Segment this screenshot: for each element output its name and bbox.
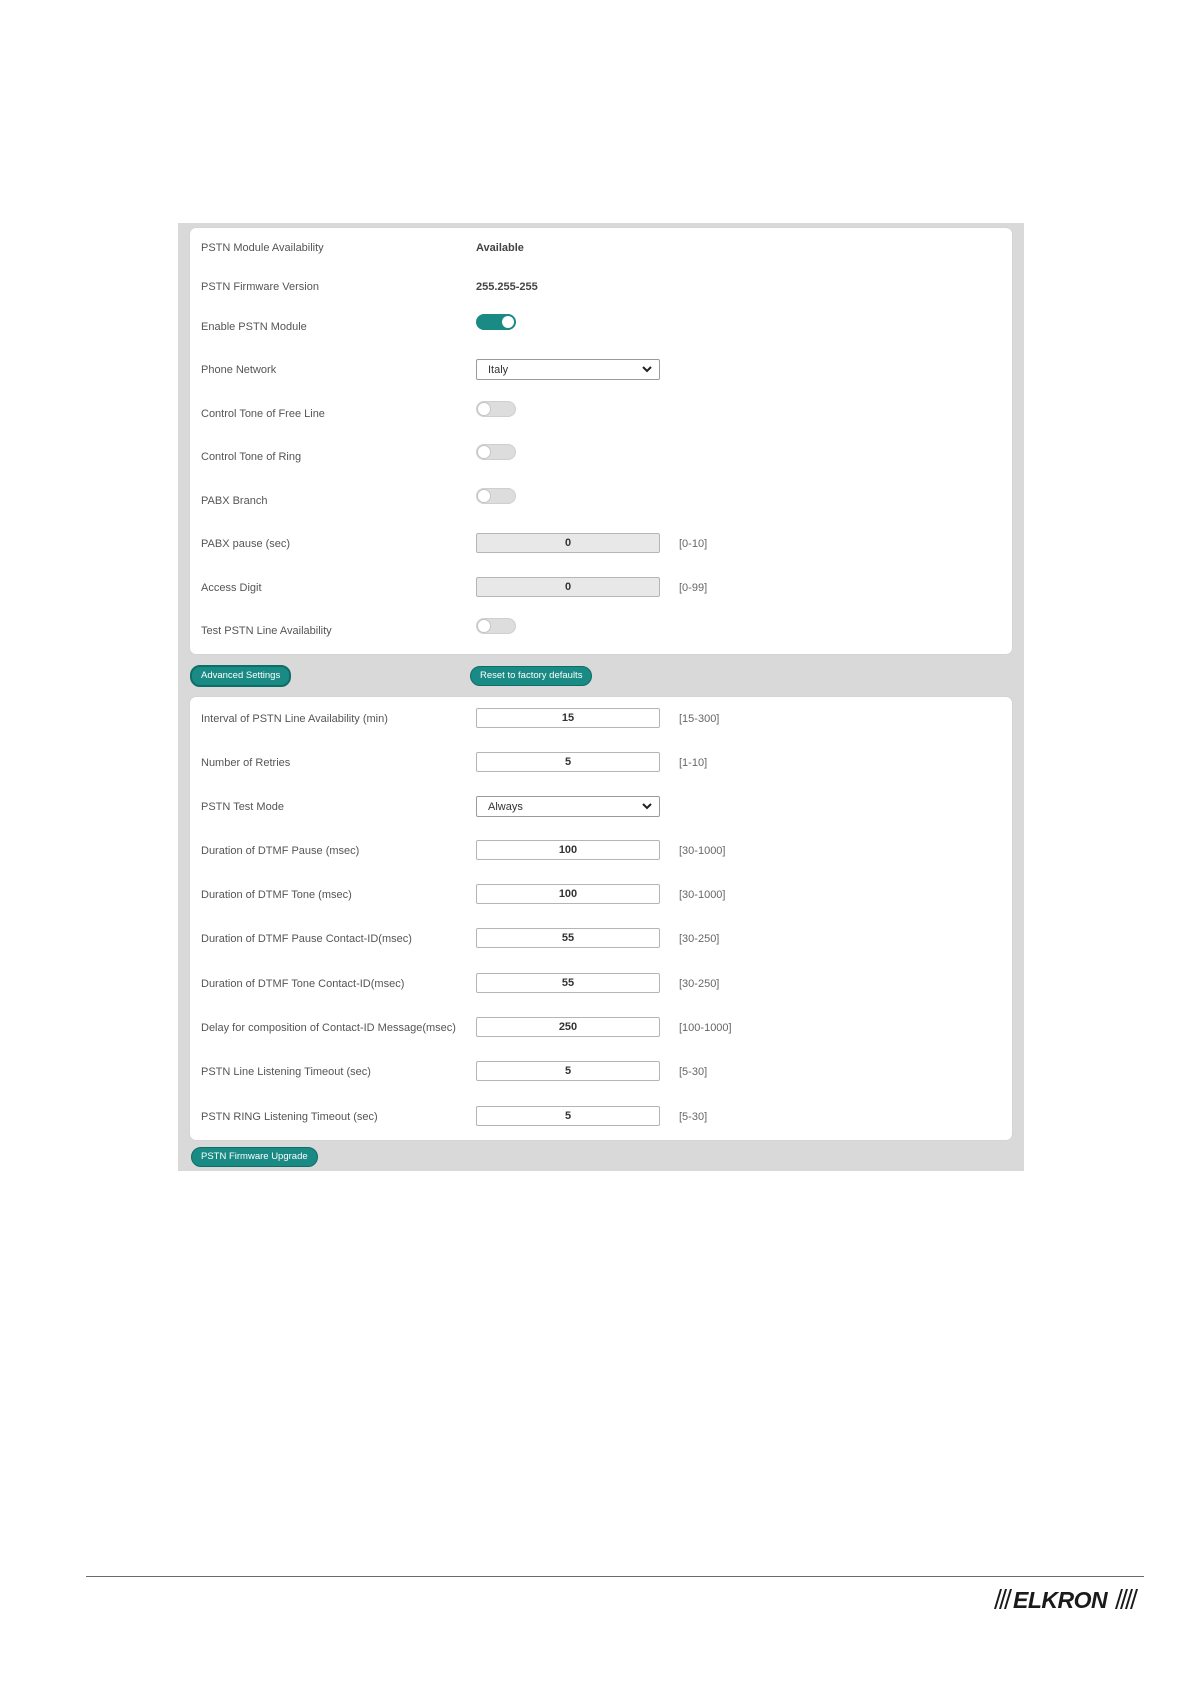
- dtmf-tone-range: [30-1000]: [679, 889, 726, 901]
- row-retries: Number of Retries 5 [1-10]: [190, 749, 1012, 779]
- row-access-digit: Access Digit 0 [0-99]: [190, 574, 1012, 604]
- label-access-digit: Access Digit: [201, 582, 262, 594]
- row-test-line: Test PSTN Line Availability: [190, 617, 1012, 647]
- advanced-settings-button[interactable]: Advanced Settings: [190, 665, 292, 687]
- row-enable-pstn: Enable PSTN Module: [190, 313, 1012, 343]
- ring-tone-toggle[interactable]: [476, 444, 516, 460]
- toggle-knob: [477, 619, 491, 633]
- label-dtmf-pause-cid: Duration of DTMF Pause Contact-ID(msec): [201, 933, 412, 945]
- row-firmware-version: PSTN Firmware Version 255.255-255: [190, 273, 1012, 303]
- label-line-timeout: PSTN Line Listening Timeout (sec): [201, 1066, 371, 1078]
- dtmf-pause-range: [30-1000]: [679, 845, 726, 857]
- toggle-knob: [477, 402, 491, 416]
- label-ring-tone: Control Tone of Ring: [201, 451, 302, 463]
- pabx-pause-input[interactable]: 0: [476, 533, 660, 553]
- label-line-interval: Interval of PSTN Line Availability (min): [201, 713, 388, 725]
- label-dtmf-pause: Duration of DTMF Pause (msec): [201, 845, 360, 857]
- label-dtmf-tone-cid: Duration of DTMF Tone Contact-ID(msec): [201, 978, 405, 990]
- retries-range: [1-10]: [679, 757, 708, 769]
- dtmf-tone-cid-input[interactable]: 55: [476, 973, 660, 993]
- pstn-advanced-panel: Interval of PSTN Line Availability (min)…: [190, 697, 1012, 1140]
- logo-stripes-left: [994, 1589, 1012, 1609]
- pstn-firmware-upgrade-button[interactable]: PSTN Firmware Upgrade: [191, 1147, 318, 1167]
- access-digit-range: [0-99]: [679, 582, 708, 594]
- value-module-availability: Available: [476, 242, 524, 254]
- label-pabx-branch: PABX Branch: [201, 495, 268, 507]
- row-dtmf-tone-cid: Duration of DTMF Tone Contact-ID(msec) 5…: [190, 970, 1012, 1000]
- label-dtmf-tone: Duration of DTMF Tone (msec): [201, 889, 352, 901]
- toggle-knob: [501, 315, 515, 329]
- dtmf-tone-cid-range: [30-250]: [679, 978, 720, 990]
- label-phone-network: Phone Network: [201, 364, 277, 376]
- footer-divider: [86, 1576, 1144, 1577]
- phone-network-selected: Italy: [488, 364, 509, 376]
- pstn-main-panel: PSTN Module Availability Available PSTN …: [190, 228, 1012, 654]
- free-line-tone-toggle[interactable]: [476, 401, 516, 417]
- chevron-down-icon: [642, 366, 652, 373]
- row-test-mode: PSTN Test Mode Always: [190, 793, 1012, 823]
- label-cid-delay: Delay for composition of Contact-ID Mess…: [201, 1022, 456, 1034]
- row-module-availability: PSTN Module Availability Available: [190, 234, 1012, 264]
- retries-input[interactable]: 5: [476, 752, 660, 772]
- toggle-knob: [477, 445, 491, 459]
- value-firmware-version: 255.255-255: [476, 281, 538, 293]
- label-test-mode: PSTN Test Mode: [201, 801, 284, 813]
- ring-timeout-input[interactable]: 5: [476, 1106, 660, 1126]
- line-interval-input[interactable]: 15: [476, 708, 660, 728]
- row-dtmf-pause-cid: Duration of DTMF Pause Contact-ID(msec) …: [190, 925, 1012, 955]
- row-dtmf-tone: Duration of DTMF Tone (msec) 100 [30-100…: [190, 881, 1012, 911]
- toggle-knob: [477, 489, 491, 503]
- label-free-line-tone: Control Tone of Free Line: [201, 408, 325, 420]
- test-mode-select[interactable]: Always: [476, 796, 660, 817]
- pabx-branch-toggle[interactable]: [476, 488, 516, 504]
- row-line-timeout: PSTN Line Listening Timeout (sec) 5 [5-3…: [190, 1058, 1012, 1088]
- cid-delay-input[interactable]: 250: [476, 1017, 660, 1037]
- chevron-down-icon: [642, 803, 652, 810]
- dtmf-pause-cid-range: [30-250]: [679, 933, 720, 945]
- row-cid-delay: Delay for composition of Contact-ID Mess…: [190, 1014, 1012, 1044]
- row-ring-timeout: PSTN RING Listening Timeout (sec) 5 [5-3…: [190, 1103, 1012, 1133]
- dtmf-pause-input[interactable]: 100: [476, 840, 660, 860]
- row-ring-tone: Control Tone of Ring: [190, 443, 1012, 473]
- test-line-toggle[interactable]: [476, 618, 516, 634]
- test-mode-selected: Always: [488, 801, 523, 813]
- dtmf-pause-cid-input[interactable]: 55: [476, 928, 660, 948]
- elkron-logo: ELKRON: [994, 1587, 1138, 1613]
- label-firmware-version: PSTN Firmware Version: [201, 281, 319, 293]
- row-dtmf-pause: Duration of DTMF Pause (msec) 100 [30-10…: [190, 837, 1012, 867]
- pabx-pause-range: [0-10]: [679, 538, 708, 550]
- label-test-line: Test PSTN Line Availability: [201, 625, 332, 637]
- label-retries: Number of Retries: [201, 757, 291, 769]
- row-phone-network: Phone Network Italy: [190, 356, 1012, 386]
- label-ring-timeout: PSTN RING Listening Timeout (sec): [201, 1111, 378, 1123]
- row-line-interval: Interval of PSTN Line Availability (min)…: [190, 705, 1012, 735]
- row-free-line-tone: Control Tone of Free Line: [190, 400, 1012, 430]
- label-enable-pstn: Enable PSTN Module: [201, 321, 307, 333]
- reset-factory-defaults-button[interactable]: Reset to factory defaults: [470, 666, 593, 686]
- logo-stripes-right: [1115, 1589, 1138, 1609]
- line-interval-range: [15-300]: [679, 713, 720, 725]
- dtmf-tone-input[interactable]: 100: [476, 884, 660, 904]
- row-pabx-branch: PABX Branch: [190, 487, 1012, 517]
- phone-network-select[interactable]: Italy: [476, 359, 660, 380]
- pstn-settings-screenshot: PSTN Module Availability Available PSTN …: [178, 223, 1024, 1171]
- logo-text: ELKRON: [1013, 1587, 1108, 1613]
- access-digit-input[interactable]: 0: [476, 577, 660, 597]
- label-module-availability: PSTN Module Availability: [201, 242, 324, 254]
- ring-timeout-range: [5-30]: [679, 1111, 708, 1123]
- line-timeout-input[interactable]: 5: [476, 1061, 660, 1081]
- row-pabx-pause: PABX pause (sec) 0 [0-10]: [190, 530, 1012, 560]
- cid-delay-range: [100-1000]: [679, 1022, 732, 1034]
- enable-pstn-toggle[interactable]: [476, 314, 516, 330]
- line-timeout-range: [5-30]: [679, 1066, 708, 1078]
- label-pabx-pause: PABX pause (sec): [201, 538, 291, 550]
